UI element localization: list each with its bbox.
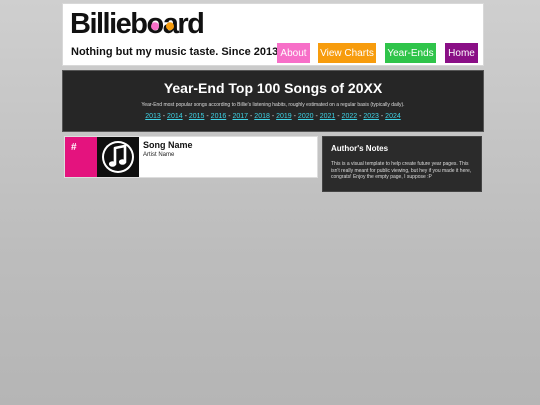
chart-entry[interactable]: # Song Name Artist Name <box>64 136 318 178</box>
notes-body: This is a visual template to help create… <box>331 161 472 180</box>
year-link-2017[interactable]: 2017 <box>232 113 248 120</box>
year-link-2022[interactable]: 2022 <box>342 113 358 120</box>
year-links: 2013 - 2014 - 2015 - 2016 - 2017 - 2018 … <box>63 113 483 120</box>
year-link-2014[interactable]: 2014 <box>167 113 183 120</box>
year-link-2016[interactable]: 2016 <box>211 113 227 120</box>
year-link-2013[interactable]: 2013 <box>145 113 161 120</box>
logo-text-part-1: Billieb <box>70 8 148 40</box>
year-link-2021[interactable]: 2021 <box>320 113 336 120</box>
music-note-icon <box>102 141 134 173</box>
logo-text-part-2: rd <box>177 8 205 40</box>
year-link-2019[interactable]: 2019 <box>276 113 292 120</box>
artist-name: Artist Name <box>143 152 175 158</box>
year-link-2020[interactable]: 2020 <box>298 113 314 120</box>
song-name: Song Name <box>143 140 193 150</box>
album-art <box>97 137 139 177</box>
site-header: Billieboard Nothing but my music taste. … <box>62 3 484 66</box>
notes-title: Author's Notes <box>331 144 389 153</box>
authors-notes-panel: Author's Notes This is a visual template… <box>322 136 482 192</box>
logo-dot-orange <box>166 21 175 30</box>
page-title: Year-End Top 100 Songs of 20XX <box>163 80 383 96</box>
rank-box: # <box>65 137 97 177</box>
year-link-2018[interactable]: 2018 <box>254 113 270 120</box>
rank-number: # <box>71 142 77 153</box>
logo-o-1: o <box>147 8 165 41</box>
year-link-2023[interactable]: 2023 <box>363 113 379 120</box>
nav-view-charts-button[interactable]: View Charts <box>318 43 376 63</box>
year-link-2015[interactable]: 2015 <box>189 113 205 120</box>
logo-o-2: a <box>163 8 179 41</box>
year-link-2024[interactable]: 2024 <box>385 113 401 120</box>
site-tagline: Nothing but my music taste. Since 2013. <box>71 46 282 58</box>
nav-about-button[interactable]: About <box>277 43 310 63</box>
logo-dot-pink <box>150 21 159 30</box>
site-logo[interactable]: Billieboard <box>70 8 205 41</box>
year-end-banner: Year-End Top 100 Songs of 20XX Year-End … <box>62 70 484 132</box>
page-subtitle: Year-End most popular songs according to… <box>141 102 405 108</box>
nav-home-button[interactable]: Home <box>445 43 478 63</box>
nav-year-ends-button[interactable]: Year-Ends <box>385 43 436 63</box>
